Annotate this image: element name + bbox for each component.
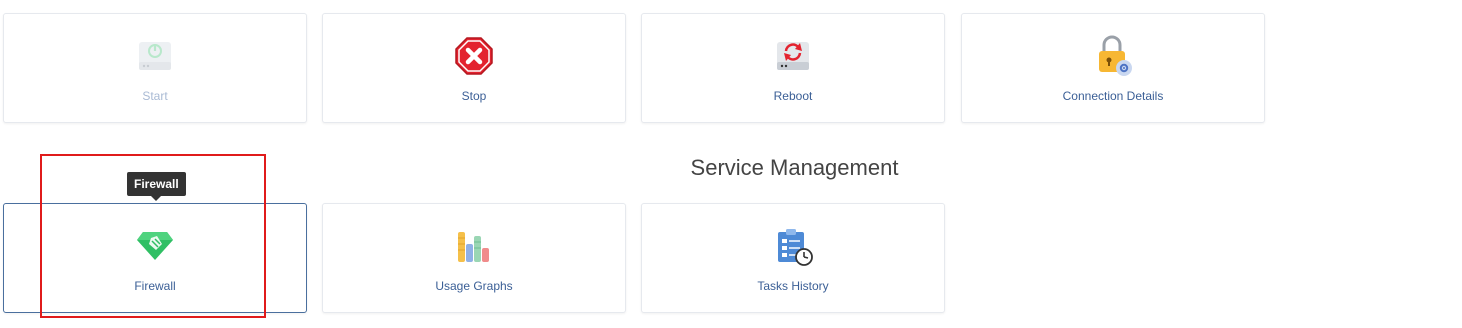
firewall-gem-icon	[131, 222, 179, 270]
tooltip-text: Firewall	[134, 177, 179, 191]
service-panel: Start Stop Reboot Connection Details Ser…	[0, 0, 1462, 328]
start-label: Start	[142, 89, 168, 103]
usage-graphs-button[interactable]: Usage Graphs	[322, 203, 626, 313]
clipboard-clock-icon	[769, 222, 817, 270]
connection-details-label: Connection Details	[1062, 89, 1164, 103]
usage-graphs-label: Usage Graphs	[435, 279, 513, 293]
reboot-button[interactable]: Reboot	[641, 13, 945, 123]
stop-button[interactable]: Stop	[322, 13, 626, 123]
bar-columns-icon	[450, 222, 498, 270]
reboot-label: Reboot	[773, 89, 813, 103]
tasks-history-label: Tasks History	[757, 279, 829, 293]
stop-label: Stop	[461, 89, 487, 103]
power-drive-icon	[131, 32, 179, 80]
section-title: Service Management	[690, 155, 899, 180]
tooltip-arrow	[151, 196, 162, 201]
padlock-gear-icon	[1089, 32, 1137, 80]
stop-sign-icon	[450, 32, 498, 80]
firewall-label: Firewall	[134, 279, 176, 293]
firewall-button[interactable]: Firewall	[3, 203, 307, 313]
connection-details-button[interactable]: Connection Details	[961, 13, 1265, 123]
tasks-history-button[interactable]: Tasks History	[641, 203, 945, 313]
reboot-drive-icon	[769, 32, 817, 80]
firewall-tooltip: Firewall	[127, 172, 186, 201]
start-button[interactable]: Start	[3, 13, 307, 123]
